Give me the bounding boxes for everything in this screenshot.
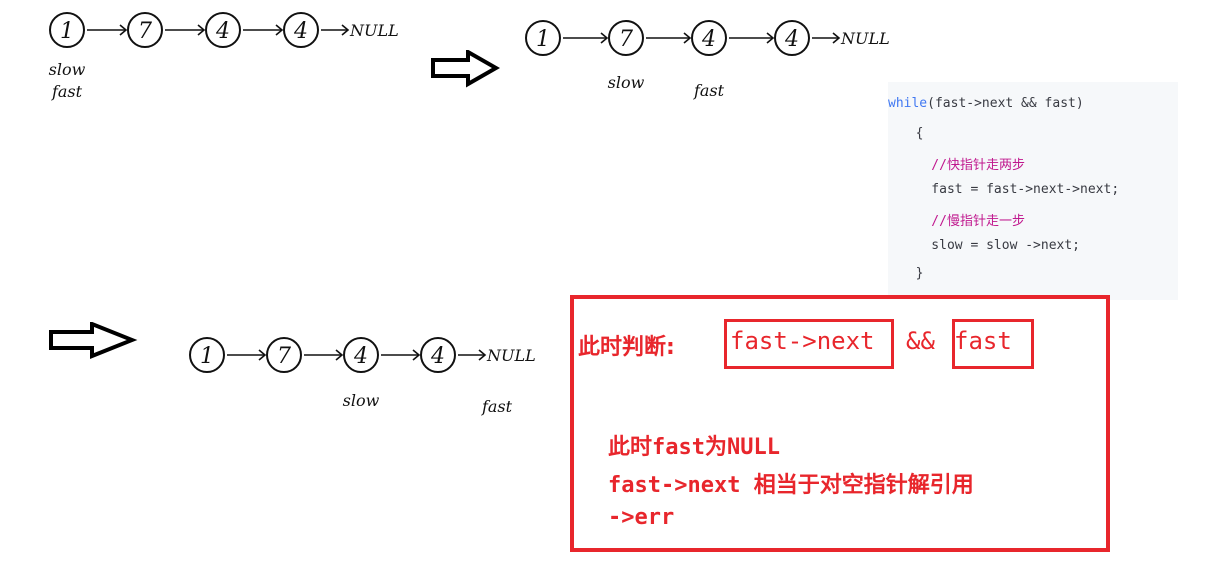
node-value: 4: [353, 344, 368, 369]
fast-pointer-label: fast: [693, 81, 725, 100]
node-value: 7: [619, 27, 633, 52]
note-line-3: ->err: [608, 505, 675, 530]
explanation-box: 此时判断: fast->next && fast 此时fast为NULL fas…: [570, 295, 1110, 552]
linked-list-diagram-3: 1 7 4 4 NULL slow fast: [189, 337, 536, 416]
fast-pointer-label: fast: [51, 82, 83, 101]
null-terminal: NULL: [840, 29, 890, 48]
node-value: 4: [215, 19, 230, 44]
code-line-open-brace: {: [900, 126, 924, 141]
code-line-while: while(fast->next && fast): [888, 96, 1084, 111]
node-value: 4: [701, 27, 716, 52]
fast-pointer-label: fast: [481, 397, 513, 416]
code-snippet: while(fast->next && fast) { //快指针走两步 fas…: [888, 82, 1178, 300]
condition-fast-next: fast->next: [730, 327, 875, 355]
null-terminal: NULL: [486, 346, 536, 365]
while-keyword: while: [888, 96, 928, 111]
code-line-close-brace: }: [900, 266, 924, 281]
node-value: 4: [293, 19, 308, 44]
node-value: 1: [536, 27, 550, 52]
code-comment-slow: //慢指针走一步: [900, 214, 1025, 229]
condition-fast: fast: [954, 327, 1012, 355]
node-value: 7: [138, 19, 152, 44]
linked-list-diagram-2: 1 7 4 4 NULL slow fast: [525, 20, 890, 100]
node-value: 7: [277, 344, 291, 369]
transition-arrow-1: [431, 50, 500, 88]
and-operator: &&: [906, 327, 935, 355]
slow-pointer-label: slow: [49, 60, 86, 79]
judge-label: 此时判断:: [578, 335, 675, 360]
node-value: 1: [200, 344, 214, 369]
node-value: 4: [784, 27, 799, 52]
linked-list-diagram-1: 1 7 4 4 NULL slow fast: [49, 12, 399, 101]
code-line-fast-step: fast = fast->next->next;: [900, 182, 1120, 197]
slow-pointer-label: slow: [608, 73, 645, 92]
transition-arrow-2: [49, 322, 138, 359]
null-terminal: NULL: [349, 21, 399, 40]
note-line-1: 此时fast为NULL: [608, 435, 780, 460]
slow-pointer-label: slow: [343, 391, 380, 410]
note-line-2: fast->next 相当于对空指针解引用: [608, 473, 974, 498]
code-comment-fast: //快指针走两步: [900, 158, 1025, 173]
code-line-slow-step: slow = slow ->next;: [900, 238, 1081, 253]
node-value: 1: [60, 19, 74, 44]
node-value: 4: [430, 344, 445, 369]
